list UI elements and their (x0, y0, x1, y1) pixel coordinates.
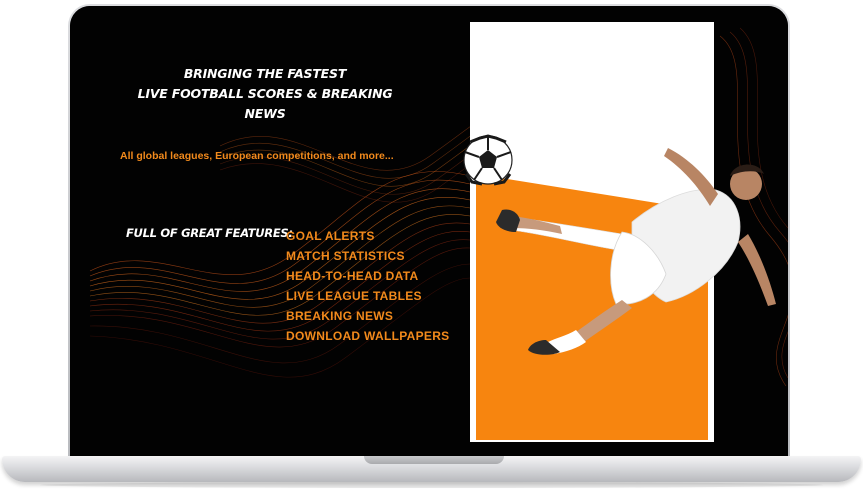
hero-subline: All global leagues, European competition… (120, 150, 394, 162)
laptop-hinge-notch (364, 456, 504, 464)
feature-item: DOWNLOAD WALLPAPERS (286, 329, 450, 343)
laptop-bezel: Bringing the fastest live football score… (70, 6, 788, 457)
laptop-lid: Bringing the fastest live football score… (68, 4, 790, 459)
feature-item: GOAL ALERTS (286, 229, 375, 243)
headline-line-2: live football scores & breaking news (137, 86, 393, 121)
feature-item: BREAKING NEWS (286, 309, 394, 323)
headline-line-1: Bringing the fastest (183, 66, 347, 81)
feature-item: LIVE LEAGUE TABLES (286, 289, 422, 303)
hero-headline: Bringing the fastest live football score… (130, 64, 400, 124)
feature-item: MATCH STATISTICS (286, 249, 405, 263)
football-player-kick-image (463, 134, 776, 355)
laptop-screen: Bringing the fastest live football score… (70, 6, 788, 457)
feature-item: HEAD-TO-HEAD DATA (286, 269, 419, 283)
laptop-shadow (40, 482, 823, 488)
features-label: Full of great features: (126, 226, 293, 240)
features-list: GOAL ALERTS MATCH STATISTICS HEAD-TO-HEA… (286, 226, 449, 346)
football-icon (463, 134, 513, 186)
